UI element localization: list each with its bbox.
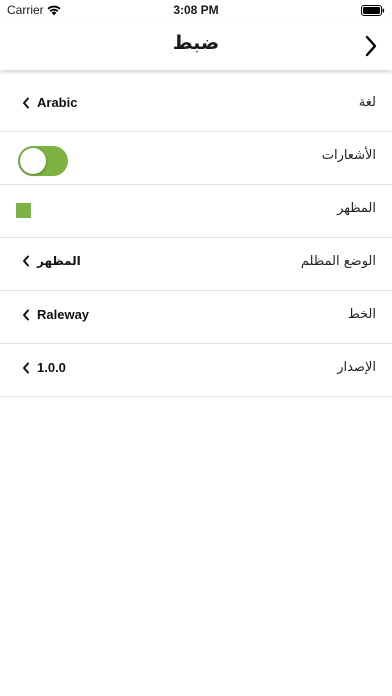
chevron-left-icon: [23, 255, 29, 267]
version-label: الإصدار: [337, 360, 376, 375]
status-bar: Carrier 3:08 PM: [0, 0, 392, 22]
chevron-left-icon: [23, 362, 29, 373]
notifications-toggle[interactable]: [18, 146, 68, 176]
notifications-label: الأشعارات: [321, 148, 376, 163]
settings-row-language[interactable]: لغة Arabic: [0, 79, 392, 132]
appearance-label: المظهر: [337, 201, 376, 216]
settings-list: لغة Arabic الأشعارات المظهر الوضع المظلم: [0, 79, 392, 397]
status-time: 3:08 PM: [173, 3, 219, 17]
toggle-knob: [20, 148, 46, 174]
font-value[interactable]: Raleway: [22, 307, 89, 322]
version-value[interactable]: 1.0.0: [22, 360, 66, 375]
appearance-color-swatch[interactable]: [16, 203, 31, 218]
language-value-text: Arabic: [37, 95, 78, 110]
settings-screen: Carrier 3:08 PM ضبط لغة Arabic الأشعارات…: [0, 0, 392, 696]
chevron-right-icon[interactable]: [362, 34, 380, 58]
font-label: الخط: [347, 307, 376, 322]
chevron-left-icon: [23, 309, 29, 320]
battery-icon: [361, 5, 385, 16]
font-value-text: Raleway: [37, 307, 90, 322]
language-value[interactable]: Arabic: [22, 95, 77, 110]
settings-row-notifications: الأشعارات: [0, 132, 392, 185]
dark-mode-value-text: المظهر: [37, 254, 81, 268]
page-title: ضبط: [172, 32, 220, 54]
language-label: لغة: [358, 95, 376, 110]
settings-row-dark-mode[interactable]: الوضع المظلم المظهر: [0, 238, 392, 291]
navigation-bar: ضبط: [0, 22, 392, 70]
chevron-left-icon: [23, 97, 29, 108]
settings-row-font[interactable]: الخط Raleway: [0, 291, 392, 344]
version-value-text: 1.0.0: [37, 360, 66, 375]
settings-row-appearance: المظهر: [0, 185, 392, 238]
dark-mode-label: الوضع المظلم: [300, 254, 376, 269]
settings-row-version[interactable]: الإصدار 1.0.0: [0, 344, 392, 397]
dark-mode-value[interactable]: المظهر: [22, 254, 81, 268]
